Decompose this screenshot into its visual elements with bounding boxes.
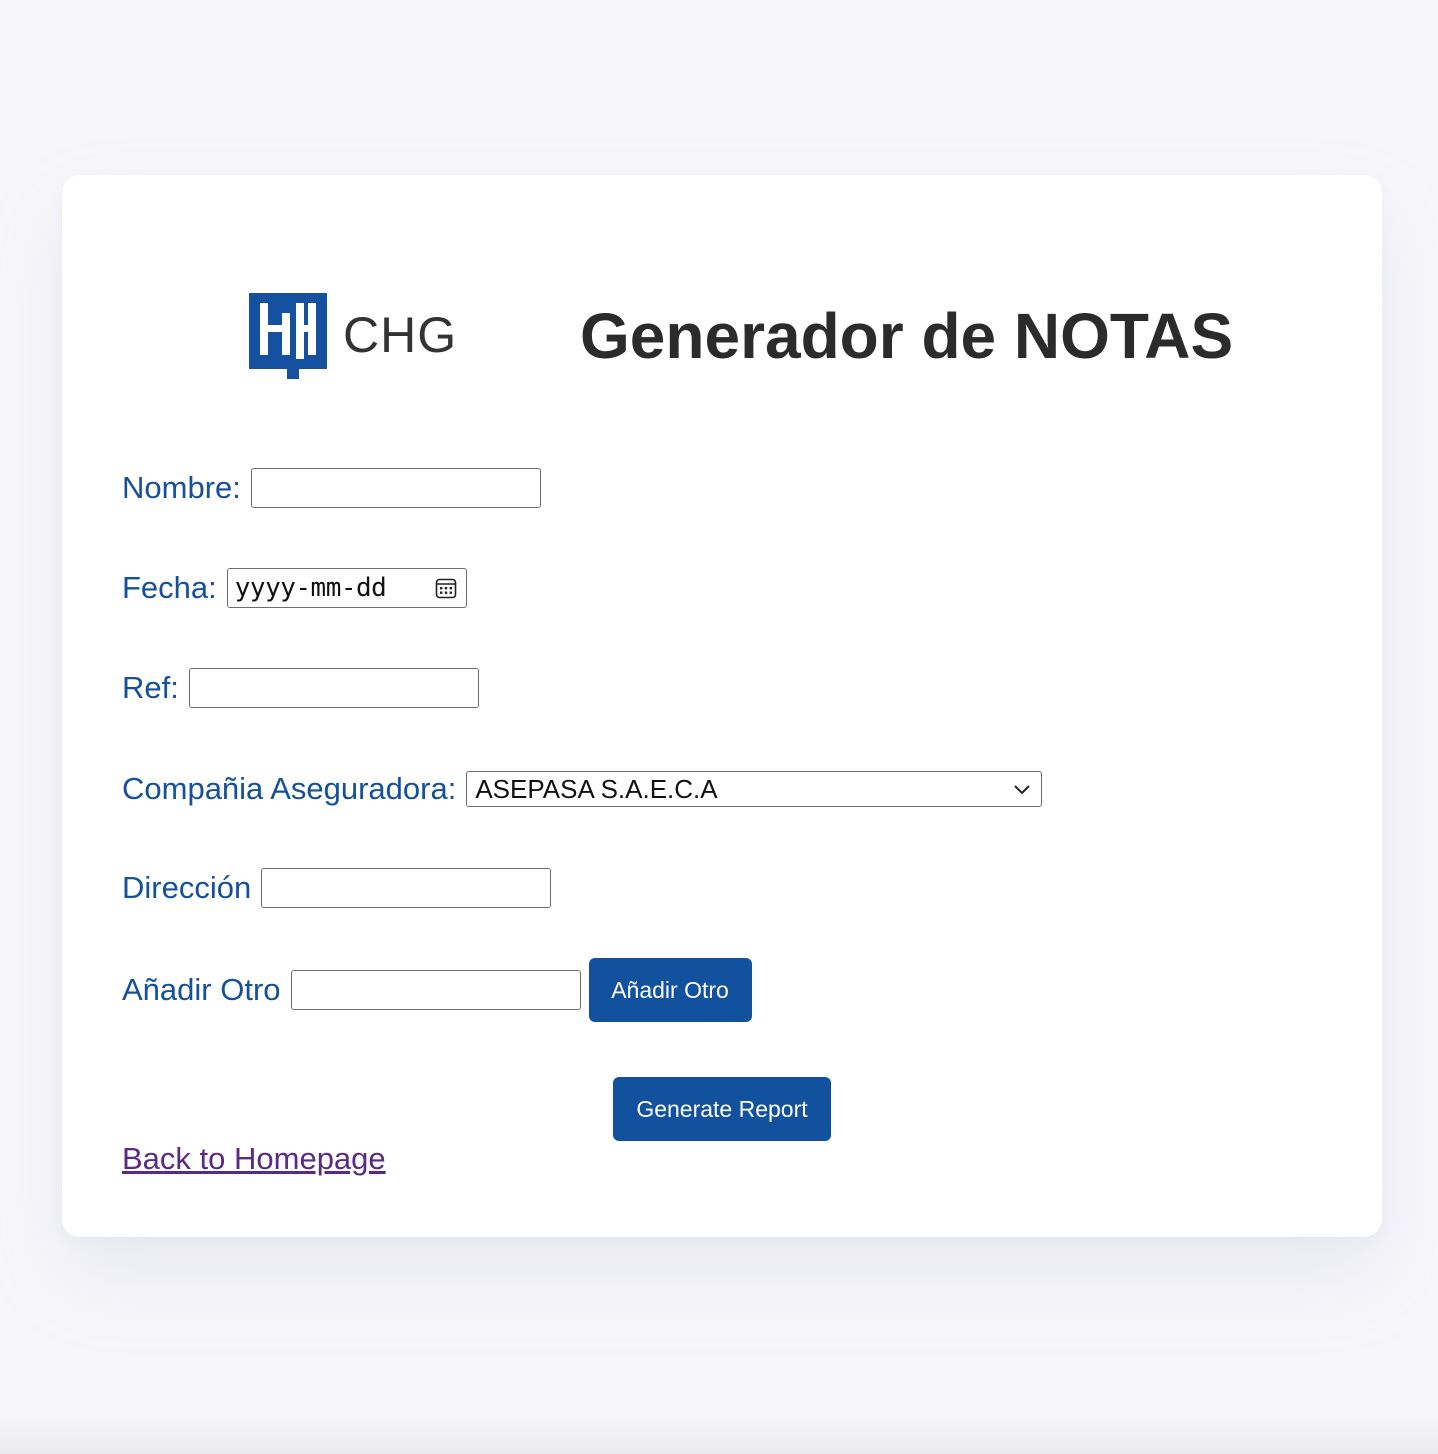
ref-row: Ref: [122, 668, 479, 708]
chg-logo-icon [249, 293, 327, 379]
back-to-homepage-link[interactable]: Back to Homepage [122, 1141, 386, 1177]
logo-text: CHG [343, 307, 458, 363]
nombre-label: Nombre: [122, 470, 241, 505]
anadir-input[interactable] [290, 970, 581, 1010]
logo: CHG [249, 291, 457, 379]
nombre-row: Nombre: [122, 468, 541, 508]
fecha-placeholder: yyyy-mm-dd [234, 573, 387, 603]
page-title: Generador de NOTAS [580, 300, 1234, 372]
bottom-fade [0, 1414, 1438, 1454]
generate-report-button[interactable]: Generate Report [613, 1077, 831, 1141]
compania-label: Compañia Aseguradora: [122, 771, 457, 806]
direccion-input[interactable] [261, 868, 552, 908]
fecha-input[interactable]: yyyy-mm-dd [226, 568, 467, 608]
calendar-icon[interactable] [434, 576, 458, 600]
anadir-row: Añadir Otro Añadir Otro [122, 958, 752, 1022]
compania-row: Compañia Aseguradora: ASEPASA S.A.E.C.A [122, 771, 1043, 807]
ref-input[interactable] [188, 668, 479, 708]
form-card: CHG Generador de NOTAS Nombre: Fecha: yy… [62, 175, 1382, 1237]
nombre-input[interactable] [250, 468, 541, 508]
direccion-label: Dirección [122, 870, 252, 905]
ref-label: Ref: [122, 670, 179, 705]
compania-selected-value: ASEPASA S.A.E.C.A [475, 773, 718, 804]
chevron-down-icon [1014, 785, 1031, 795]
add-other-button[interactable]: Añadir Otro [588, 958, 752, 1022]
direccion-row: Dirección [122, 868, 552, 908]
anadir-label: Añadir Otro [122, 972, 281, 1007]
compania-select[interactable]: ASEPASA S.A.E.C.A [466, 771, 1043, 807]
fecha-label: Fecha: [122, 570, 217, 605]
header: CHG [249, 291, 457, 379]
fecha-row: Fecha: yyyy-mm-dd [122, 568, 467, 608]
